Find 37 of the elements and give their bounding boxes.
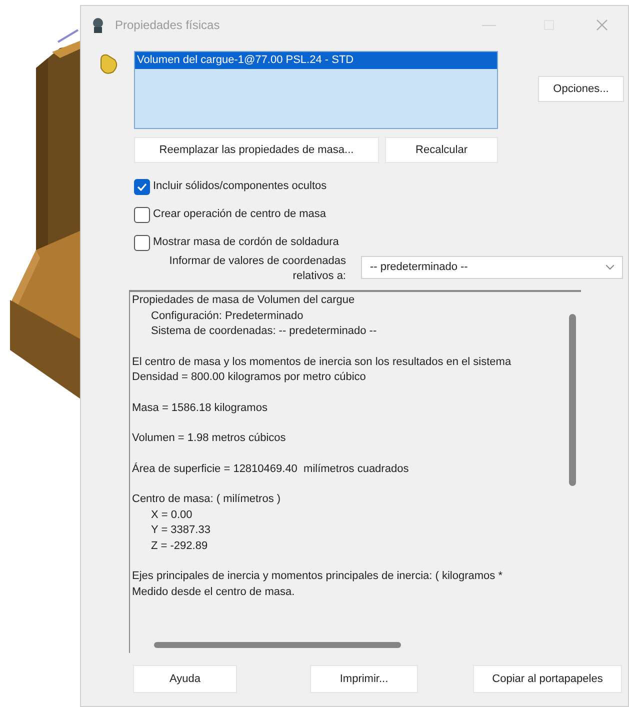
checkbox[interactable] — [134, 234, 150, 250]
report-line: Sistema de coordenadas: -- predeterminado -- — [151, 324, 377, 339]
report-line: Medido desde el centro de masa. — [132, 584, 295, 600]
chevron-icon — [606, 265, 614, 270]
options-button[interactable]: Opciones... — [538, 76, 624, 102]
report-line: Volumen = 1.98 metros cúbicos — [132, 431, 286, 446]
report-line: Área de superficie = 12810469.40 milímetros cuadrados — [132, 462, 409, 476]
report-line: Z = -292.89 — [151, 538, 208, 554]
report-line: Configuración: Predeterminado — [151, 308, 304, 324]
report-line: X = 0.00 — [151, 508, 192, 522]
list-item[interactable]: Volumen del cargue-1@77.00 PSL.24 - STD — [135, 52, 497, 69]
report-line: Masa = 1586.18 kilogramos — [132, 400, 268, 416]
checkbox-label: Crear operación de centro de masa — [153, 207, 326, 222]
horizontal-scrollbar-thumb[interactable] — [154, 642, 401, 648]
copy-to-clipboard-button[interactable]: Copiar al portapapeles — [473, 665, 622, 693]
check-icon — [137, 182, 147, 192]
recalculate-button[interactable]: Recalcular — [385, 137, 498, 163]
report-line: Densidad = 800.00 kilogramos por metro cúbico — [132, 370, 366, 385]
minimize-icon[interactable] — [482, 24, 496, 26]
coordinate-system-dropdown[interactable]: -- predeterminado -- — [361, 256, 623, 279]
vertical-scrollbar-thumb[interactable] — [569, 314, 576, 486]
checkbox-label: Mostrar masa de cordón de soldadura — [153, 235, 339, 250]
print-button[interactable]: Imprimir... — [310, 665, 418, 693]
checkbox[interactable] — [134, 206, 150, 222]
report-line: Propiedades de masa de Volumen del cargue — [132, 293, 355, 308]
report-line: El centro de masa y los momentos de inercia son los resultados en el sistema — [132, 354, 512, 370]
close-icon[interactable] — [596, 19, 608, 31]
coordinates-label: Informar de valores de coordenadas relativos a: — [168, 254, 346, 284]
report-line: Ejes principales de inercia y momentos principales de inercia: ( kilogramos * — [132, 569, 502, 584]
window-title: Propiedades físicas — [115, 17, 220, 34]
checkbox-label: Incluir sólidos/componentes ocultos — [153, 179, 327, 194]
help-button[interactable]: Ayuda — [133, 665, 237, 693]
checkbox[interactable] — [134, 178, 150, 194]
selection-list[interactable]: Volumen del cargue-1@77.00 PSL.24 - STD — [134, 51, 498, 129]
replace-mass-button[interactable]: Reemplazar las propiedades de masa... — [134, 137, 379, 163]
report-line: Centro de masa: ( milímetros ) — [132, 492, 281, 507]
report-line: Y = 3387.33 — [151, 523, 210, 538]
